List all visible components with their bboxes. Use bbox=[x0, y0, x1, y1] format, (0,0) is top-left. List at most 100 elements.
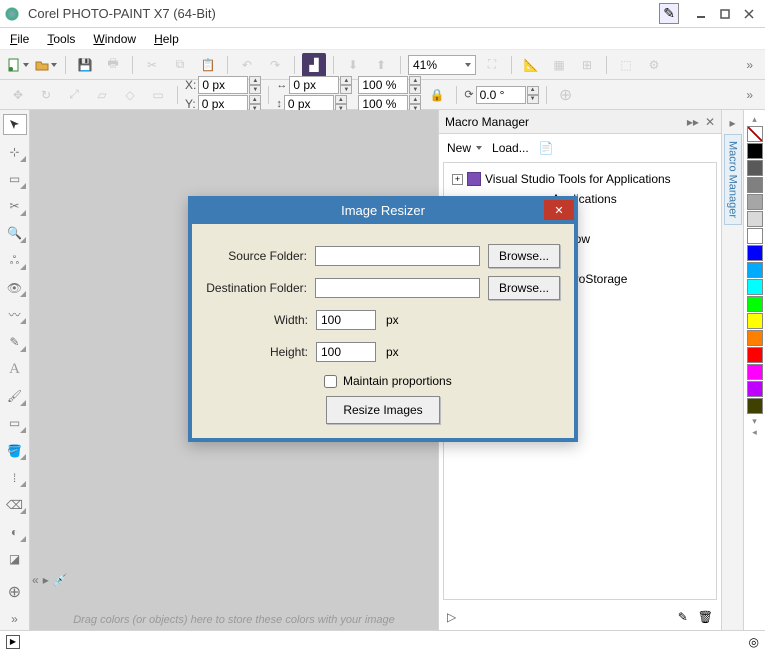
color-swatch[interactable] bbox=[747, 228, 763, 244]
width-input[interactable] bbox=[316, 310, 376, 330]
tree-expand-button[interactable]: + bbox=[452, 174, 463, 185]
toolbox-overflow[interactable]: » bbox=[3, 609, 27, 630]
color-swatch[interactable] bbox=[747, 143, 763, 159]
save-button[interactable]: 💾 bbox=[73, 53, 97, 77]
color-swatch[interactable] bbox=[747, 177, 763, 193]
dialog-close-button[interactable]: ✕ bbox=[544, 200, 574, 220]
color-swatch[interactable] bbox=[747, 160, 763, 176]
color-swatch[interactable] bbox=[747, 381, 763, 397]
src-folder-input[interactable] bbox=[315, 246, 480, 266]
options-button[interactable]: ⚙ bbox=[642, 53, 666, 77]
color-swatch[interactable] bbox=[747, 347, 763, 363]
w-input[interactable] bbox=[289, 76, 339, 94]
palette-flyout[interactable]: ◂ bbox=[752, 427, 757, 438]
propbar-overflow[interactable]: » bbox=[740, 88, 759, 102]
ruler-button[interactable]: 📐 bbox=[519, 53, 543, 77]
cut-button[interactable]: ✂ bbox=[140, 53, 164, 77]
color-swatch[interactable] bbox=[747, 194, 763, 210]
open-button[interactable] bbox=[34, 53, 58, 77]
export-button[interactable]: ⬆ bbox=[369, 53, 393, 77]
paint-tool[interactable]: 🖌 bbox=[3, 386, 27, 407]
dst-folder-label: Destination Folder: bbox=[206, 281, 315, 295]
mask-rect-tool[interactable]: ⊹ bbox=[3, 141, 27, 162]
color-swatch[interactable] bbox=[747, 262, 763, 278]
lock-ratio-button[interactable]: 🔒 bbox=[425, 83, 449, 107]
dst-browse-button[interactable]: Browse... bbox=[488, 276, 560, 300]
menu-window[interactable]: Window bbox=[93, 32, 136, 46]
print-button[interactable]: 🖶 bbox=[101, 53, 125, 77]
shape-tool[interactable]: ▭ bbox=[3, 413, 27, 434]
snap-button[interactable]: ⬚ bbox=[614, 53, 638, 77]
macro-run-button[interactable]: ▷ bbox=[447, 610, 456, 624]
panel-collapse-button[interactable]: ▸▸ bbox=[687, 115, 699, 129]
resize-images-button[interactable]: Resize Images bbox=[326, 396, 439, 424]
color-swatch[interactable] bbox=[747, 364, 763, 380]
minimize-button[interactable] bbox=[689, 4, 713, 24]
color-swatch[interactable] bbox=[747, 296, 763, 312]
macro-load-button[interactable]: Load... bbox=[492, 141, 529, 155]
eyedropper-tool[interactable]: ⁞ bbox=[3, 467, 27, 488]
eraser-tool[interactable]: ⌫ bbox=[3, 494, 27, 515]
dropshadow-tool[interactable]: ◪ bbox=[3, 549, 27, 570]
fill-tool[interactable]: 🪣 bbox=[3, 440, 27, 461]
redeye-tool[interactable]: 👁 bbox=[3, 277, 27, 298]
copy-button[interactable]: ⧉ bbox=[168, 53, 192, 77]
sx-input[interactable] bbox=[358, 76, 408, 94]
zoom-select[interactable]: 41% bbox=[408, 55, 476, 75]
menu-tools[interactable]: Tools bbox=[47, 32, 75, 46]
x-input[interactable] bbox=[198, 76, 248, 94]
color-proof-icon[interactable]: ◎ bbox=[749, 635, 759, 649]
color-swatch[interactable] bbox=[747, 245, 763, 261]
liquid-tool[interactable]: 〰 bbox=[3, 304, 27, 325]
close-button[interactable] bbox=[737, 4, 761, 24]
launch-button[interactable]: ▟ bbox=[302, 53, 326, 77]
height-input[interactable] bbox=[316, 342, 376, 362]
macro-delete-button[interactable]: 🗑 bbox=[698, 610, 713, 624]
paste-button[interactable]: 📋 bbox=[196, 53, 220, 77]
doc-nav-prev[interactable]: « bbox=[32, 573, 39, 587]
transparency-tool[interactable]: ◐ bbox=[3, 521, 27, 542]
effect-tool[interactable]: ✎ bbox=[3, 331, 27, 352]
maximize-button[interactable] bbox=[713, 4, 737, 24]
maintain-proportions-checkbox[interactable] bbox=[324, 375, 337, 388]
import-button[interactable]: ⬇ bbox=[341, 53, 365, 77]
panel-close-button[interactable]: ✕ bbox=[705, 115, 715, 129]
menu-file[interactable]: File bbox=[10, 32, 29, 46]
text-tool[interactable]: A bbox=[3, 359, 27, 380]
color-swatch[interactable] bbox=[747, 330, 763, 346]
no-color-swatch[interactable] bbox=[747, 126, 763, 142]
color-swatch[interactable] bbox=[747, 279, 763, 295]
redo-button[interactable]: ↷ bbox=[263, 53, 287, 77]
toolbar-overflow[interactable]: » bbox=[740, 58, 759, 72]
rotation-input[interactable] bbox=[476, 86, 526, 104]
undo-button[interactable]: ↶ bbox=[235, 53, 259, 77]
color-swatch[interactable] bbox=[747, 211, 763, 227]
doc-nav-play[interactable]: ▸ bbox=[43, 573, 49, 587]
macro-new-button[interactable]: New bbox=[447, 141, 471, 155]
palette-down[interactable]: ▾ bbox=[752, 416, 757, 427]
clone-tool[interactable]: ஃ bbox=[3, 250, 27, 271]
docker-tab-collapse[interactable]: ▸ bbox=[729, 116, 735, 130]
tree-root-label: Visual Studio Tools for Applications bbox=[485, 172, 671, 186]
guides-button[interactable]: ⊞ bbox=[575, 53, 599, 77]
pick-tool[interactable] bbox=[3, 114, 27, 135]
src-browse-button[interactable]: Browse... bbox=[488, 244, 560, 268]
dst-folder-input[interactable] bbox=[315, 278, 480, 298]
play-indicator[interactable]: ▶ bbox=[6, 635, 20, 649]
crop-tool[interactable]: ✂ bbox=[3, 196, 27, 217]
macro-editor-icon[interactable]: 📄 bbox=[539, 141, 554, 155]
palette-up[interactable]: ▴ bbox=[752, 114, 757, 125]
macro-edit-button[interactable]: ✎ bbox=[678, 610, 688, 624]
add-button[interactable]: ⊕ bbox=[554, 83, 578, 107]
mask-tool[interactable]: ▭ bbox=[3, 169, 27, 190]
menu-help[interactable]: Help bbox=[154, 32, 179, 46]
zoom-tool[interactable]: 🔍 bbox=[3, 223, 27, 244]
add-color-button[interactable]: ⊕ bbox=[3, 582, 27, 603]
new-doc-button[interactable] bbox=[6, 53, 30, 77]
docker-tab-macro[interactable]: Macro Manager bbox=[724, 134, 742, 225]
full-screen-button[interactable]: ⛶ bbox=[480, 53, 504, 77]
dialog-title-bar[interactable]: Image Resizer ✕ bbox=[188, 196, 578, 224]
color-swatch[interactable] bbox=[747, 398, 763, 414]
color-swatch[interactable] bbox=[747, 313, 763, 329]
grid-button[interactable]: ▦ bbox=[547, 53, 571, 77]
